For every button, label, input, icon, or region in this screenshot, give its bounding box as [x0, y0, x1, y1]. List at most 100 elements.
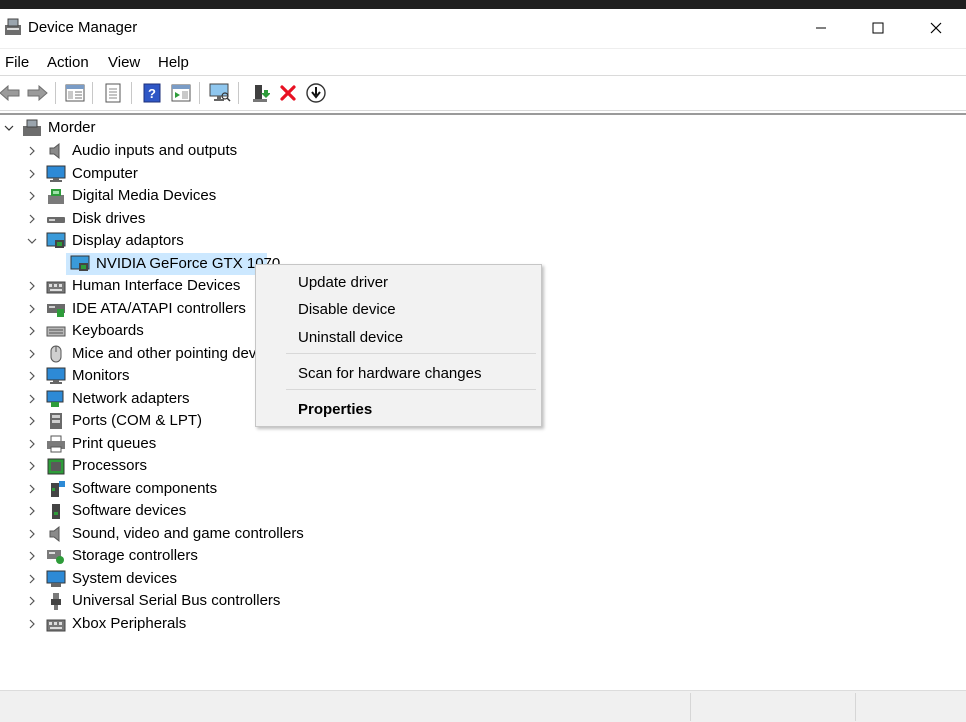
status-divider [690, 693, 691, 721]
window-title: Device Manager [28, 19, 138, 36]
forward-icon [27, 85, 48, 101]
media-device-icon [48, 189, 64, 204]
chevron-right-icon[interactable] [27, 146, 37, 156]
chevron-right-icon[interactable] [27, 619, 37, 629]
speaker-icon [49, 142, 60, 160]
menu-view[interactable]: View [108, 54, 140, 71]
ctx-properties[interactable]: Properties [298, 401, 372, 418]
tree-category-label: Audio inputs and outputs [72, 142, 238, 159]
menu-separator [286, 353, 536, 354]
tree-category-item[interactable]: Display adaptors [0, 230, 320, 252]
chevron-right-icon[interactable] [27, 191, 37, 201]
forward-button[interactable] [25, 81, 49, 105]
context-menu: Update driver Disable device Uninstall d… [255, 264, 542, 427]
tree-category-item[interactable]: Software components [0, 478, 320, 500]
minimize-button[interactable] [792, 9, 850, 47]
chevron-right-icon[interactable] [27, 529, 37, 539]
svg-text:?: ? [148, 86, 156, 101]
minimize-icon [816, 27, 826, 29]
chevron-down-icon[interactable] [4, 123, 14, 133]
scan-monitor-icon [209, 83, 231, 102]
tree-category-item[interactable]: Computer [0, 163, 320, 185]
toolbar-separator [92, 82, 93, 104]
tree-category-item[interactable]: Disk drives [0, 208, 320, 230]
toolbar-separator [238, 82, 239, 104]
chevron-right-icon[interactable] [27, 461, 37, 471]
device-manager-icon [5, 18, 21, 35]
action-pane-button[interactable] [169, 81, 193, 105]
close-button[interactable] [907, 9, 965, 47]
chevron-right-icon[interactable] [27, 551, 37, 561]
status-bar [0, 690, 966, 722]
title-bar: Device Manager [0, 9, 966, 47]
tree-category-label: Ports (COM & LPT) [72, 412, 203, 429]
chevron-right-icon[interactable] [27, 349, 37, 359]
chevron-right-icon[interactable] [27, 326, 37, 336]
chevron-right-icon[interactable] [27, 371, 37, 381]
menu-help[interactable]: Help [158, 54, 189, 71]
uninstall-button[interactable] [276, 81, 300, 105]
help-button[interactable]: ? [140, 81, 164, 105]
tree-category-label: Digital Media Devices [72, 187, 217, 204]
menu-file[interactable]: File [5, 54, 29, 71]
menu-action[interactable]: Action [47, 54, 89, 71]
software-component-icon [51, 480, 65, 497]
chevron-right-icon[interactable] [27, 304, 37, 314]
tree-category-label: System devices [72, 569, 178, 587]
ctx-scan-hardware[interactable]: Scan for hardware changes [298, 365, 481, 382]
chevron-down-icon[interactable] [27, 236, 37, 246]
tree-category-item[interactable]: Sound, video and game controllers [0, 523, 320, 545]
tree-category-label: Disk drives [72, 209, 146, 227]
network-icon [46, 390, 64, 407]
chevron-right-icon[interactable] [27, 214, 37, 224]
tree-category-label: Monitors [72, 367, 130, 384]
display-adapter-icon [46, 232, 66, 248]
tree-category-item[interactable]: Universal Serial Bus controllers [0, 590, 320, 612]
chevron-right-icon[interactable] [27, 169, 37, 179]
tree-category-item[interactable]: Print queues [0, 433, 320, 455]
back-button[interactable] [0, 81, 22, 105]
tree-category-item[interactable]: Digital Media Devices [0, 185, 320, 207]
chevron-right-icon[interactable] [27, 416, 37, 426]
tree-category-label: Storage controllers [72, 547, 198, 564]
tree-category-label: Processors [72, 457, 148, 474]
enable-device-button[interactable] [304, 81, 328, 105]
toolbar-separator [55, 82, 56, 104]
tree-root[interactable]: Morder [0, 117, 300, 139]
system-icon [46, 570, 66, 587]
chevron-right-icon[interactable] [27, 439, 37, 449]
chevron-right-icon[interactable] [27, 281, 37, 291]
monitor-icon [46, 367, 66, 384]
maximize-button[interactable] [849, 9, 907, 47]
tree-category-item[interactable]: Storage controllers [0, 545, 320, 567]
chevron-right-icon[interactable] [27, 484, 37, 494]
disk-drive-icon [47, 216, 65, 223]
tree-category-label: Computer [72, 164, 138, 182]
close-icon [930, 22, 942, 34]
properties-button[interactable] [101, 81, 125, 105]
update-driver-button[interactable] [248, 81, 272, 105]
tree-root-label: Morder [48, 119, 96, 136]
hid-icon [46, 619, 66, 631]
scan-hardware-button[interactable] [208, 81, 232, 105]
show-hide-console-tree-button[interactable] [63, 81, 87, 105]
chevron-right-icon[interactable] [27, 574, 37, 584]
maximize-icon [872, 22, 884, 34]
ctx-uninstall-device[interactable]: Uninstall device [298, 329, 403, 346]
tree-category-item[interactable]: Xbox Peripherals [0, 613, 320, 635]
processor-icon [47, 458, 65, 475]
chevron-right-icon[interactable] [27, 506, 37, 516]
display-adapter-icon [70, 255, 90, 271]
tree-category-item[interactable]: Software devices [0, 500, 320, 522]
ctx-disable-device[interactable]: Disable device [298, 301, 396, 318]
tree-category-item[interactable]: Processors [0, 455, 320, 477]
chevron-right-icon[interactable] [27, 394, 37, 404]
tree-category-item[interactable]: Audio inputs and outputs [0, 140, 320, 162]
tree-category-label: Keyboards [72, 322, 144, 339]
chevron-right-icon[interactable] [27, 596, 37, 606]
tree-category-item[interactable]: System devices [0, 568, 320, 590]
printer-icon [47, 435, 65, 452]
tree-category-label: Print queues [72, 434, 157, 452]
status-divider [855, 693, 856, 721]
ctx-update-driver[interactable]: Update driver [298, 274, 388, 291]
